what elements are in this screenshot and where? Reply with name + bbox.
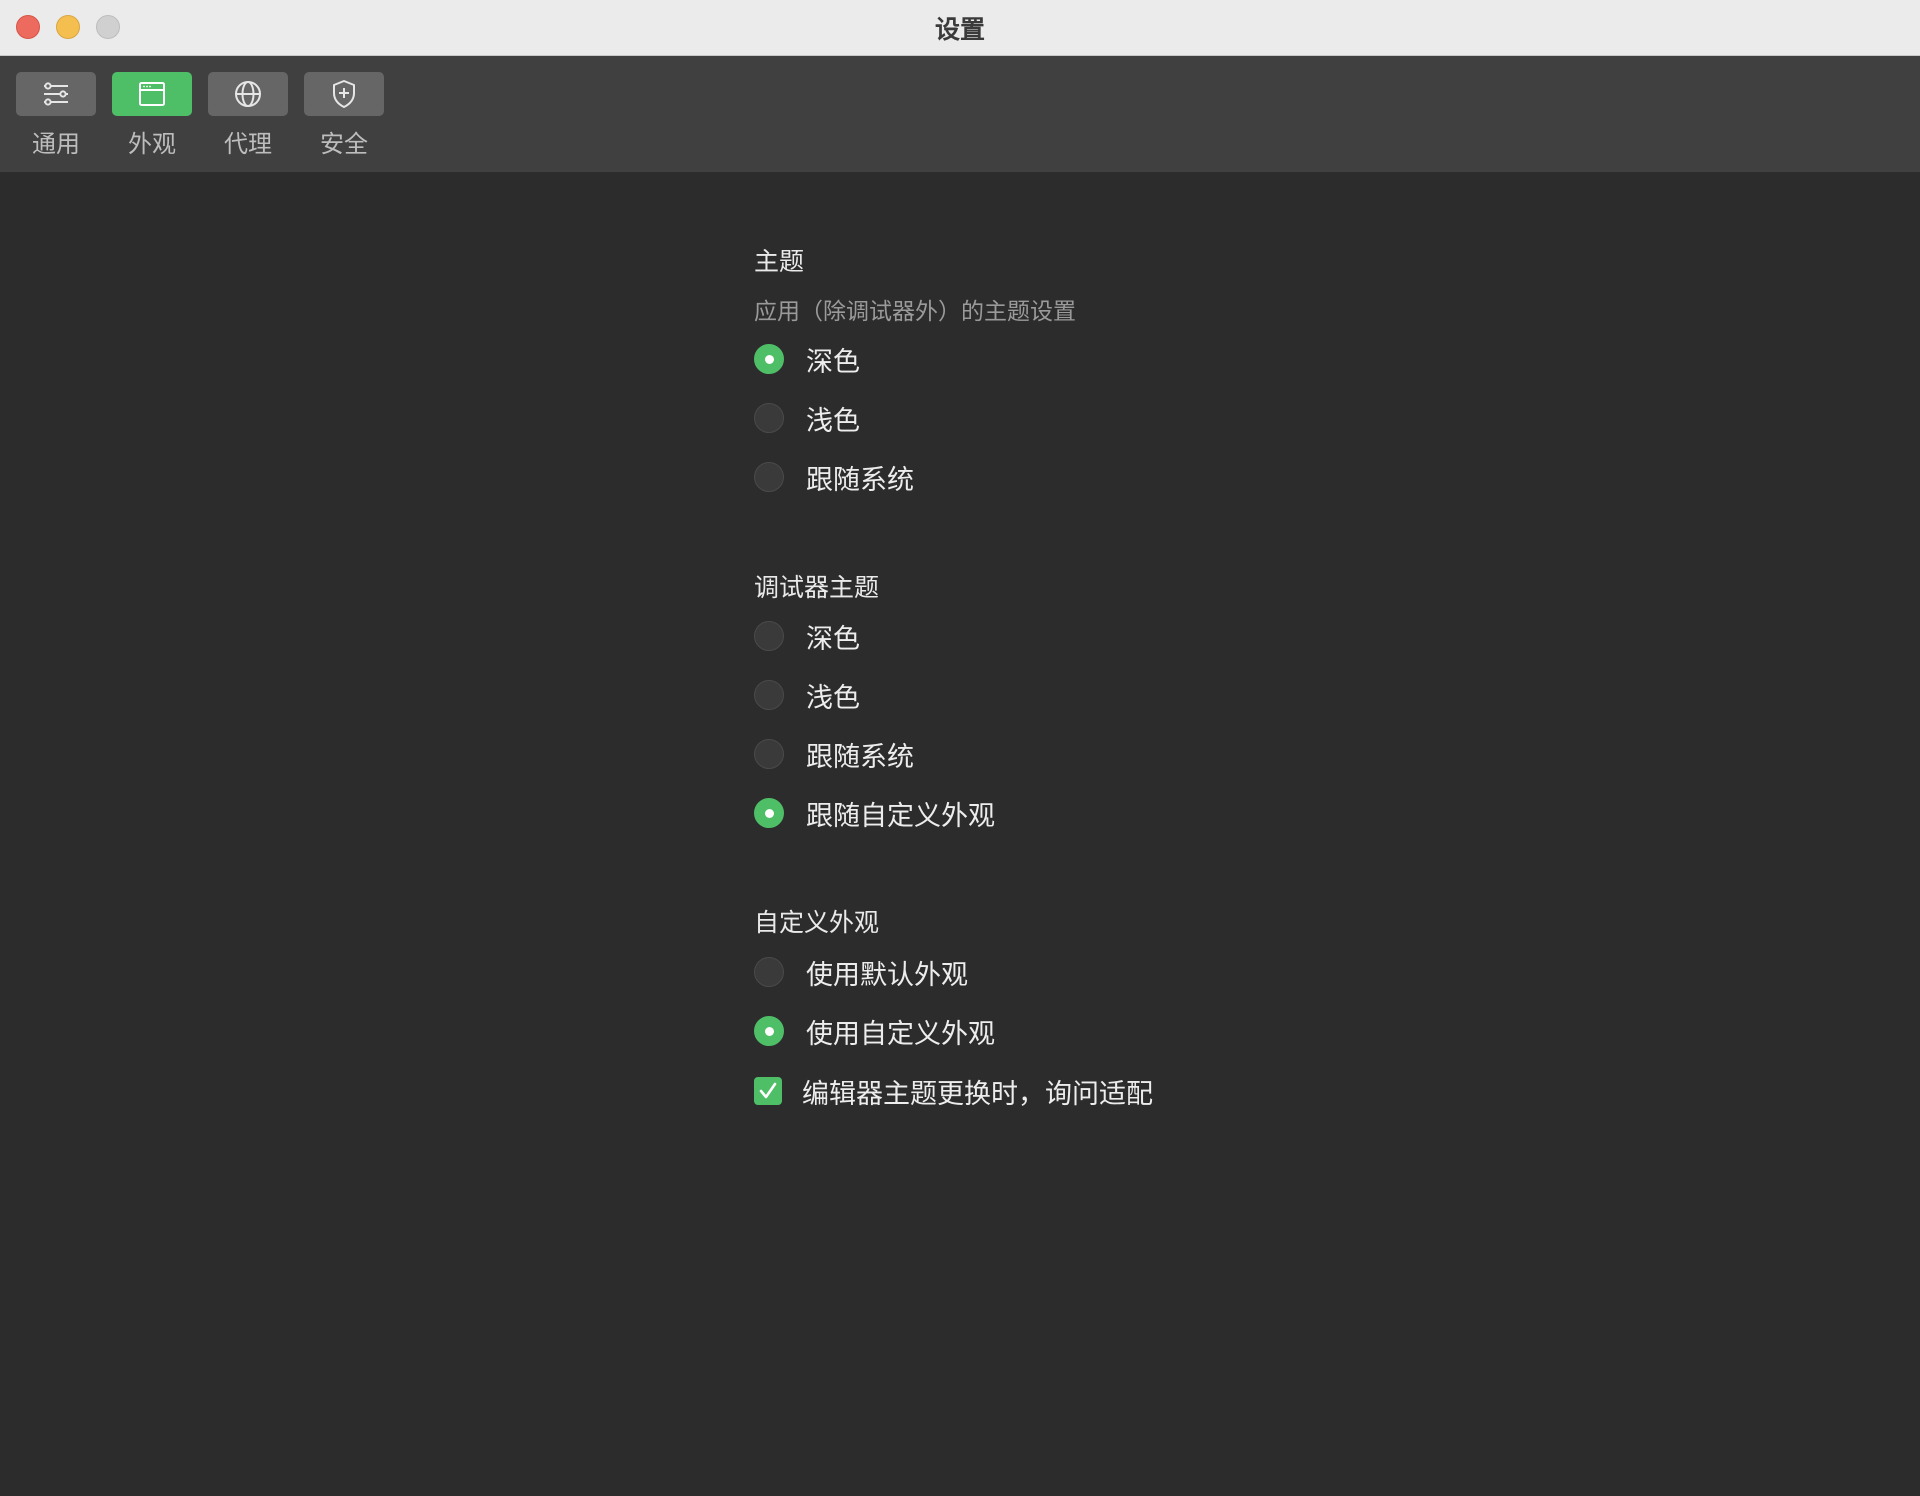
checkbox[interactable]: [754, 1077, 782, 1105]
window-icon: [139, 82, 165, 106]
tab-appearance-button[interactable]: [112, 72, 192, 116]
globe-icon: [235, 81, 261, 107]
tab-proxy[interactable]: 代理: [208, 72, 288, 162]
tab-appearance-label: 外观: [128, 130, 176, 158]
option-label: 跟随自定义外观: [806, 800, 995, 832]
debugger-theme-option-dark[interactable]: 深色: [754, 619, 860, 655]
radio-button[interactable]: [754, 1016, 784, 1046]
radio-button[interactable]: [754, 621, 784, 651]
tab-proxy-label: 代理: [224, 130, 272, 158]
radio-button[interactable]: [754, 462, 784, 492]
theme-option-system[interactable]: 跟随系统: [754, 460, 914, 496]
custom-appearance-option-custom[interactable]: 使用自定义外观: [754, 1014, 995, 1050]
theme-section-subtitle: 应用（除调试器外）的主题设置: [754, 299, 1076, 325]
option-label: 深色: [806, 346, 860, 378]
debugger-theme-option-system[interactable]: 跟随系统: [754, 737, 914, 773]
radio-button[interactable]: [754, 403, 784, 433]
option-label: 使用默认外观: [806, 959, 968, 991]
tab-proxy-button[interactable]: [208, 72, 288, 116]
option-label: 使用自定义外观: [806, 1018, 995, 1050]
option-label: 浅色: [806, 682, 860, 714]
radio-button[interactable]: [754, 798, 784, 828]
sliders-icon: [44, 82, 68, 106]
debugger-theme-option-light[interactable]: 浅色: [754, 678, 860, 714]
radio-button[interactable]: [754, 739, 784, 769]
option-label: 浅色: [806, 405, 860, 437]
option-label: 深色: [806, 623, 860, 655]
preferences-toolbar: 通用 外观 代理 安全: [0, 56, 1920, 172]
tab-general-button[interactable]: [16, 72, 96, 116]
checkmark-icon: [759, 1082, 777, 1099]
title-bar[interactable]: 设置: [0, 0, 1920, 56]
theme-section-title: 主题: [754, 247, 805, 276]
theme-option-dark[interactable]: 深色: [754, 342, 860, 378]
theme-option-light[interactable]: 浅色: [754, 401, 860, 437]
custom-appearance-option-default[interactable]: 使用默认外观: [754, 955, 968, 991]
window-title: 设置: [934, 15, 985, 44]
tab-security-button[interactable]: [304, 72, 384, 116]
tab-general-label: 通用: [32, 130, 80, 158]
checkbox-label: 编辑器主题更换时，询问适配: [802, 1078, 1153, 1110]
tab-security-label: 安全: [320, 130, 368, 158]
option-label: 跟随系统: [806, 741, 914, 773]
radio-button[interactable]: [754, 957, 784, 987]
shield-icon: [333, 80, 355, 108]
settings-window: 设置 通用 外观 代理 安全 主题 应用（除调试器外）的主题设置 深色 浅色 跟…: [0, 0, 1920, 1496]
ask-adapt-editor-theme-checkbox[interactable]: 编辑器主题更换时，询问适配: [754, 1074, 1153, 1110]
debugger-theme-section-title: 调试器主题: [754, 573, 880, 602]
tab-security[interactable]: 安全: [304, 72, 384, 162]
tab-appearance[interactable]: 外观: [112, 72, 192, 162]
custom-appearance-section-title: 自定义外观: [754, 908, 880, 937]
debugger-theme-option-custom[interactable]: 跟随自定义外观: [754, 796, 995, 832]
radio-button[interactable]: [754, 680, 784, 710]
option-label: 跟随系统: [806, 464, 914, 496]
radio-button[interactable]: [754, 344, 784, 374]
tab-general[interactable]: 通用: [16, 72, 96, 162]
